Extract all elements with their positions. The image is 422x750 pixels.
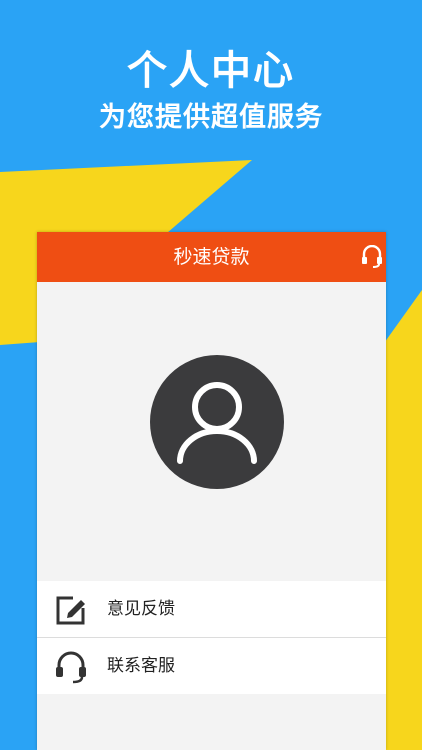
menu-item-contact-support[interactable]: 联系客服: [37, 638, 386, 694]
menu-list: 意见反馈 联系客服: [37, 581, 386, 694]
menu-item-feedback[interactable]: 意见反馈: [37, 581, 386, 638]
customer-service-icon[interactable]: [360, 245, 384, 269]
edit-icon: [56, 596, 85, 625]
headset-icon: [56, 651, 86, 684]
avatar[interactable]: [150, 355, 284, 489]
promo-subtitle: 为您提供超值服务: [99, 102, 323, 133]
menu-label-feedback: 意见反馈: [107, 599, 175, 619]
app-title: 秒速贷款: [173, 246, 250, 268]
menu-label-contact-support: 联系客服: [107, 656, 175, 676]
promo-title: 个人中心: [127, 48, 295, 94]
app-header: 秒速贷款: [37, 232, 386, 282]
user-avatar-icon: [177, 382, 257, 464]
app-screen: 秒速贷款 意见反馈 联系客服: [37, 232, 386, 750]
